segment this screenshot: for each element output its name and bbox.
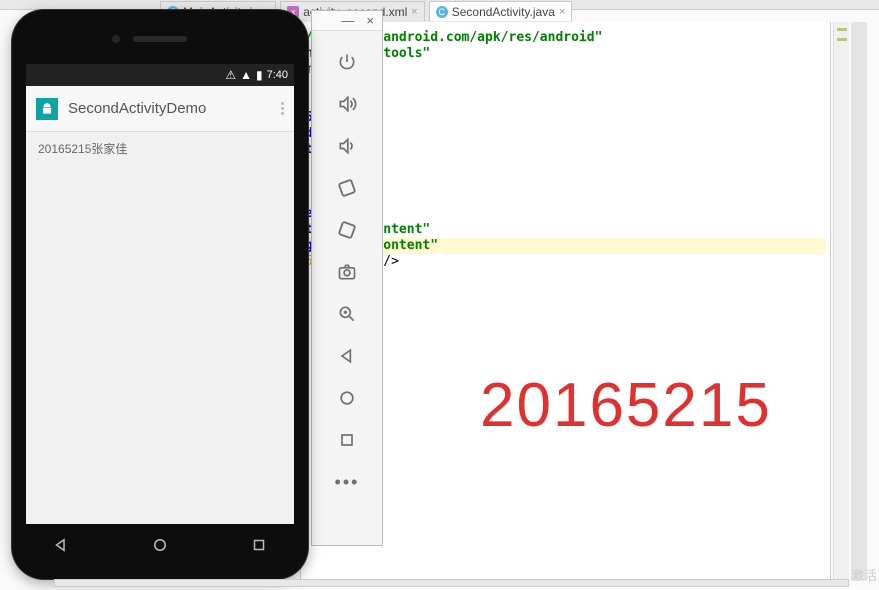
zoom-in-icon: [337, 304, 357, 324]
overview-button[interactable]: [312, 419, 382, 461]
nav-back-button[interactable]: [52, 536, 70, 559]
home-circle-icon: [151, 536, 169, 554]
watermark-number: 20165215: [480, 370, 772, 441]
more-button[interactable]: •••: [312, 461, 382, 503]
code-line-current: gh" ontent": [305, 238, 826, 254]
back-triangle-icon: [52, 536, 70, 554]
battery-icon: ▮: [256, 68, 263, 82]
rotate-right-button[interactable]: [312, 209, 382, 251]
camera-icon: [337, 262, 357, 282]
tab-label: SecondActivity.java: [452, 5, 555, 19]
back-button[interactable]: [312, 335, 382, 377]
zoom-button[interactable]: [312, 293, 382, 335]
app-content-text: 20165215张家佳: [26, 132, 294, 165]
app-toolbar: SecondActivityDemo: [26, 86, 294, 132]
java-class-icon: C: [436, 6, 448, 18]
volume-up-icon: [337, 94, 357, 114]
power-button[interactable]: [312, 41, 382, 83]
device-screen[interactable]: ⚠ ▲ ▮ 7:40 SecondActivityDemo 20165215张家…: [26, 64, 294, 524]
device-speaker: [133, 36, 187, 42]
nav-overview-button[interactable]: [250, 536, 268, 559]
volume-down-button[interactable]: [312, 125, 382, 167]
overview-square-icon: [337, 430, 357, 450]
gutter-warning-marker[interactable]: [837, 28, 847, 31]
home-circle-icon: [337, 388, 357, 408]
home-button[interactable]: [312, 377, 382, 419]
screenshot-button[interactable]: [312, 251, 382, 293]
battery-alert-icon: ⚠: [225, 68, 236, 82]
device-nav-bar: [12, 529, 308, 565]
emulator-toolbar: — × •••: [311, 10, 383, 546]
device-camera: [112, 35, 120, 43]
minimize-button[interactable]: —: [341, 13, 354, 28]
rotate-left-button[interactable]: [312, 167, 382, 209]
power-icon: [337, 52, 357, 72]
back-triangle-icon: [337, 346, 357, 366]
nav-home-button[interactable]: [151, 536, 169, 559]
android-status-bar: ⚠ ▲ ▮ 7:40: [26, 64, 294, 86]
ide-bottom-bar-fragment: [54, 579, 849, 587]
app-title: SecondActivityDemo: [68, 100, 271, 117]
tab-second-activity[interactable]: C SecondActivity.java ×: [429, 1, 573, 21]
vertical-scrollbar[interactable]: [851, 22, 867, 580]
rotate-left-icon: [336, 177, 358, 199]
close-icon[interactable]: ×: [559, 6, 565, 18]
rotate-right-icon: [336, 219, 358, 241]
app-overflow-menu[interactable]: [281, 102, 284, 115]
more-dots-icon: •••: [335, 472, 360, 493]
close-button[interactable]: ×: [366, 13, 374, 28]
editor-gutter: [833, 22, 849, 580]
overview-square-icon: [250, 536, 268, 554]
close-icon[interactable]: ×: [411, 6, 417, 18]
status-time: 7:40: [267, 69, 288, 81]
emulator-titlebar: — ×: [312, 11, 382, 31]
gutter-warning-marker[interactable]: [837, 38, 847, 41]
app-launcher-icon: [36, 98, 58, 120]
signal-icon: ▲: [240, 68, 252, 82]
emulator-device-frame: ⚠ ▲ ▮ 7:40 SecondActivityDemo 20165215张家…: [12, 10, 308, 579]
volume-down-icon: [337, 136, 357, 156]
volume-up-button[interactable]: [312, 83, 382, 125]
windows-activate-watermark: 激活: [851, 565, 877, 584]
